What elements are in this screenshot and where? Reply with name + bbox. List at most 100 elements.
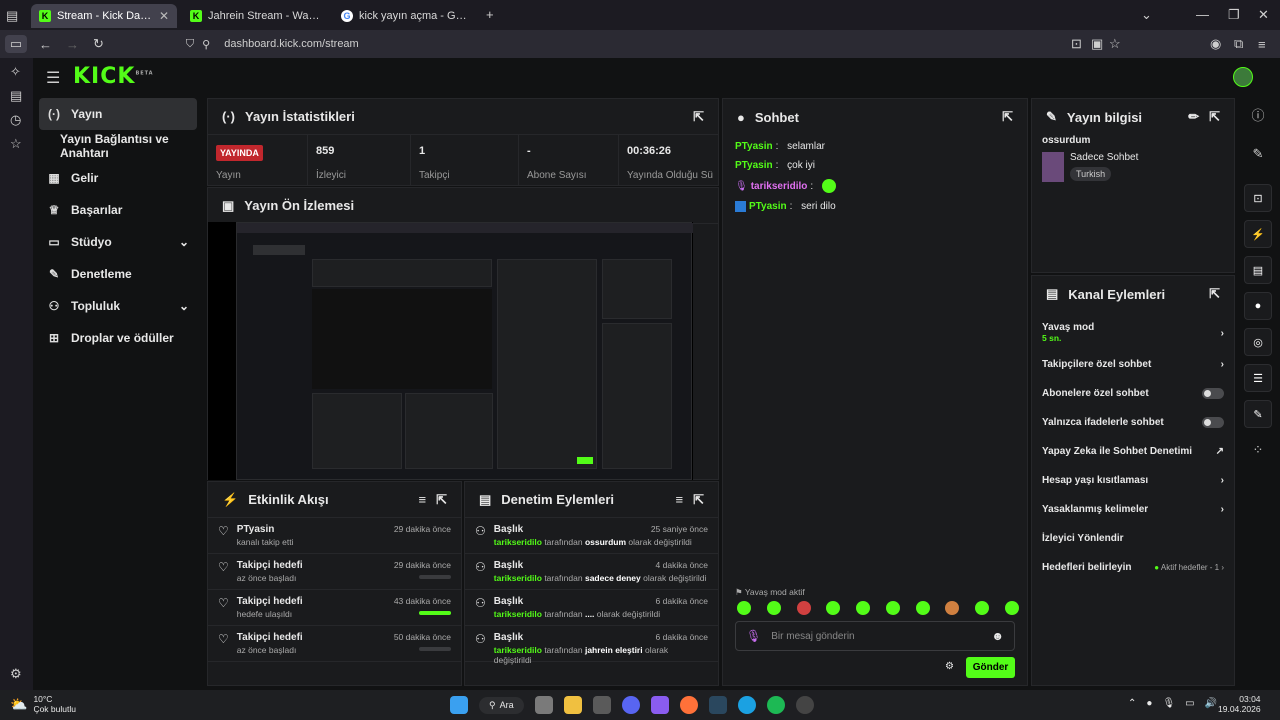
pencil-icon[interactable]: ✎ (1244, 140, 1272, 168)
action-subscribers-only[interactable]: Abonelere özel sohbet (1032, 379, 1234, 408)
lightning-icon[interactable]: ⚡ (1244, 220, 1272, 248)
screenshot-icon[interactable]: ⊡ (1071, 36, 1082, 52)
chat-settings-icon[interactable]: ⚙ (945, 661, 954, 672)
chat-username[interactable]: PTyasin (735, 141, 773, 152)
emote-icon[interactable] (856, 601, 871, 615)
edge-icon[interactable] (737, 696, 756, 714)
emote-icon[interactable] (1004, 601, 1019, 615)
popout-icon[interactable]: ⇱ (1002, 109, 1013, 125)
subscribers-only-toggle[interactable] (1202, 388, 1224, 399)
mod-user[interactable]: tarikseridilo (494, 645, 542, 655)
moderation-row[interactable]: ⚇ Başlık 4 dakika önce tarikseridilo tarafı… (465, 554, 718, 590)
new-tab-icon[interactable]: + (486, 7, 494, 22)
popout-icon[interactable]: ⇱ (693, 492, 704, 508)
mic-icon[interactable]: 🎙 (746, 629, 761, 643)
tab-kick-dashboard[interactable]: K Stream - Kick Dashboard ✕ (31, 4, 177, 28)
chevron-down-icon[interactable]: ⌄ (1141, 7, 1152, 23)
spotify-icon[interactable] (766, 696, 785, 714)
action-goals[interactable]: Hedefleri belirleyin ● Aktif hedefler - 1… (1032, 553, 1234, 582)
layout-icon[interactable]: ⊡ (1244, 184, 1272, 212)
task-view-icon[interactable] (534, 696, 553, 714)
tray-app-icon[interactable]: ● (1146, 698, 1152, 709)
chat-username[interactable]: tarikseridilo (751, 181, 808, 192)
emote-icon[interactable] (915, 601, 930, 615)
taskbar-search[interactable]: ⚲ Ara (479, 696, 524, 714)
moderation-row[interactable]: ⚇ Başlık 6 dakika önce tarikseridilo tarafı… (465, 626, 718, 665)
forward-icon[interactable]: → (66, 37, 79, 52)
action-banned-words[interactable]: Yasaklanmış kelimeler › (1032, 495, 1234, 524)
nav-item-gelir[interactable]: ▦ Gelir (33, 162, 203, 194)
hamburger-menu-icon[interactable]: ☰ (46, 68, 60, 88)
sidebar-toggle-icon[interactable]: ▭ (5, 35, 27, 53)
close-tab-icon[interactable]: ✕ (159, 9, 169, 23)
bookmarks-icon[interactable]: ☆ (10, 136, 22, 152)
action-followers-only[interactable]: Takipçilere özel sohbet › (1032, 350, 1234, 379)
reader-view-icon[interactable]: ▣ (1091, 36, 1103, 52)
history-icon[interactable]: ▤ (10, 88, 22, 104)
chevron-down-icon[interactable]: ⌄ (179, 235, 189, 249)
action-slow-mode[interactable]: Yavaş mod 5 sn. › (1032, 316, 1234, 350)
reload-icon[interactable]: ↻ (93, 36, 104, 52)
tab-jahrein-stream[interactable]: K Jahrein Stream - Watch Live on (182, 4, 328, 28)
category-name[interactable]: Sadece Sohbet (1070, 152, 1138, 163)
nav-item-droplar[interactable]: ⊞ Droplar ve ödüller (33, 322, 203, 354)
obs-icon[interactable] (795, 696, 814, 714)
bookmark-star-icon[interactable]: ☆ (1109, 36, 1121, 52)
extensions-icon[interactable]: ⧉ (1234, 36, 1243, 52)
stream-preview-video[interactable] (208, 222, 693, 480)
avatar[interactable] (1233, 67, 1253, 87)
chat-username[interactable]: PTyasin (749, 201, 787, 212)
activity-row[interactable]: ♡ Takipçi hedefi az önce başladı 50 dakika … (208, 626, 461, 662)
popout-icon[interactable]: ⇱ (1209, 109, 1220, 125)
wrench-icon[interactable]: ✎ (1244, 400, 1272, 428)
popout-icon[interactable]: ⇱ (693, 109, 704, 125)
settings-gear-icon[interactable]: ⚙ (10, 666, 22, 682)
emoji-icon[interactable]: ☻ (991, 629, 1004, 643)
display-icon[interactable]: ▭ (1185, 698, 1194, 709)
popout-icon[interactable]: ⇱ (1209, 286, 1220, 302)
microphone-icon[interactable]: 🎙 (1162, 698, 1175, 709)
maximize-icon[interactable]: ❐ (1228, 7, 1240, 23)
menu-icon[interactable]: ≡ (1258, 37, 1266, 52)
popout-icon[interactable]: ⇱ (436, 492, 447, 508)
emote-icon[interactable] (945, 601, 960, 615)
nav-item-basarilar[interactable]: ♕ Başarılar (33, 194, 203, 226)
url-field[interactable]: dashboard.kick.com/stream (224, 38, 359, 50)
account-icon[interactable]: ◉ (1210, 36, 1221, 52)
emote-icon[interactable] (975, 601, 990, 615)
action-ai-moderation[interactable]: Yapay Zeka ile Sohbet Denetimi ↗ (1032, 437, 1234, 466)
action-emotes-only[interactable]: Yalnızca ifadelerle sohbet (1032, 408, 1234, 437)
edit-icon[interactable]: ✏ (1188, 109, 1199, 125)
nav-item-topluluk[interactable]: ⚇ Topluluk ⌄ (33, 290, 203, 322)
permissions-icon[interactable]: ⚲ (202, 38, 210, 51)
moderation-row[interactable]: ⚇ Başlık 25 saniye önce tarikseridilo taraf… (465, 518, 718, 554)
emote-icon[interactable] (796, 601, 811, 615)
action-raid[interactable]: İzleyici Yönlendir (1032, 524, 1234, 553)
activity-row[interactable]: ♡ Takipçi hedefi hedefe ulaşıldı 43 dakika … (208, 590, 461, 626)
nav-item-yayin[interactable]: (·) Yayın (39, 98, 197, 130)
send-button[interactable]: Gönder (966, 657, 1015, 678)
document-icon[interactable]: ▤ (1244, 256, 1272, 284)
emote-icon[interactable] (737, 601, 751, 615)
nav-item-denetleme[interactable]: ✎ Denetleme (33, 258, 203, 290)
activity-row[interactable]: ♡ Takipçi hedefi az önce başladı 29 dakika … (208, 554, 461, 590)
windows-start-icon[interactable] (450, 696, 468, 714)
ai-icon[interactable]: ✧ (10, 64, 21, 80)
file-explorer-icon[interactable] (563, 696, 582, 714)
close-window-icon[interactable]: ✕ (1258, 7, 1269, 23)
copilot-icon[interactable] (650, 696, 669, 714)
volume-icon[interactable]: 🔊 (1205, 698, 1217, 709)
broadcast-icon[interactable]: ◎ (1244, 328, 1272, 356)
tab-list-icon[interactable]: ▤ (6, 8, 18, 24)
filter-icon[interactable]: ≡ (419, 492, 427, 507)
store-icon[interactable] (592, 696, 611, 714)
clock-icon[interactable]: ◷ (10, 112, 21, 128)
mod-user[interactable]: tarikseridilo (494, 537, 542, 547)
discord-icon[interactable] (621, 696, 640, 714)
minimize-icon[interactable]: — (1196, 7, 1209, 22)
tab-google-search[interactable]: G kick yayın açma - Google'da Ara (333, 4, 479, 28)
chevron-down-icon[interactable]: ⌄ (179, 299, 189, 313)
kick-logo[interactable]: KICKBETA (73, 64, 154, 89)
emote-icon[interactable] (766, 601, 781, 615)
back-icon[interactable]: ← (39, 37, 52, 52)
